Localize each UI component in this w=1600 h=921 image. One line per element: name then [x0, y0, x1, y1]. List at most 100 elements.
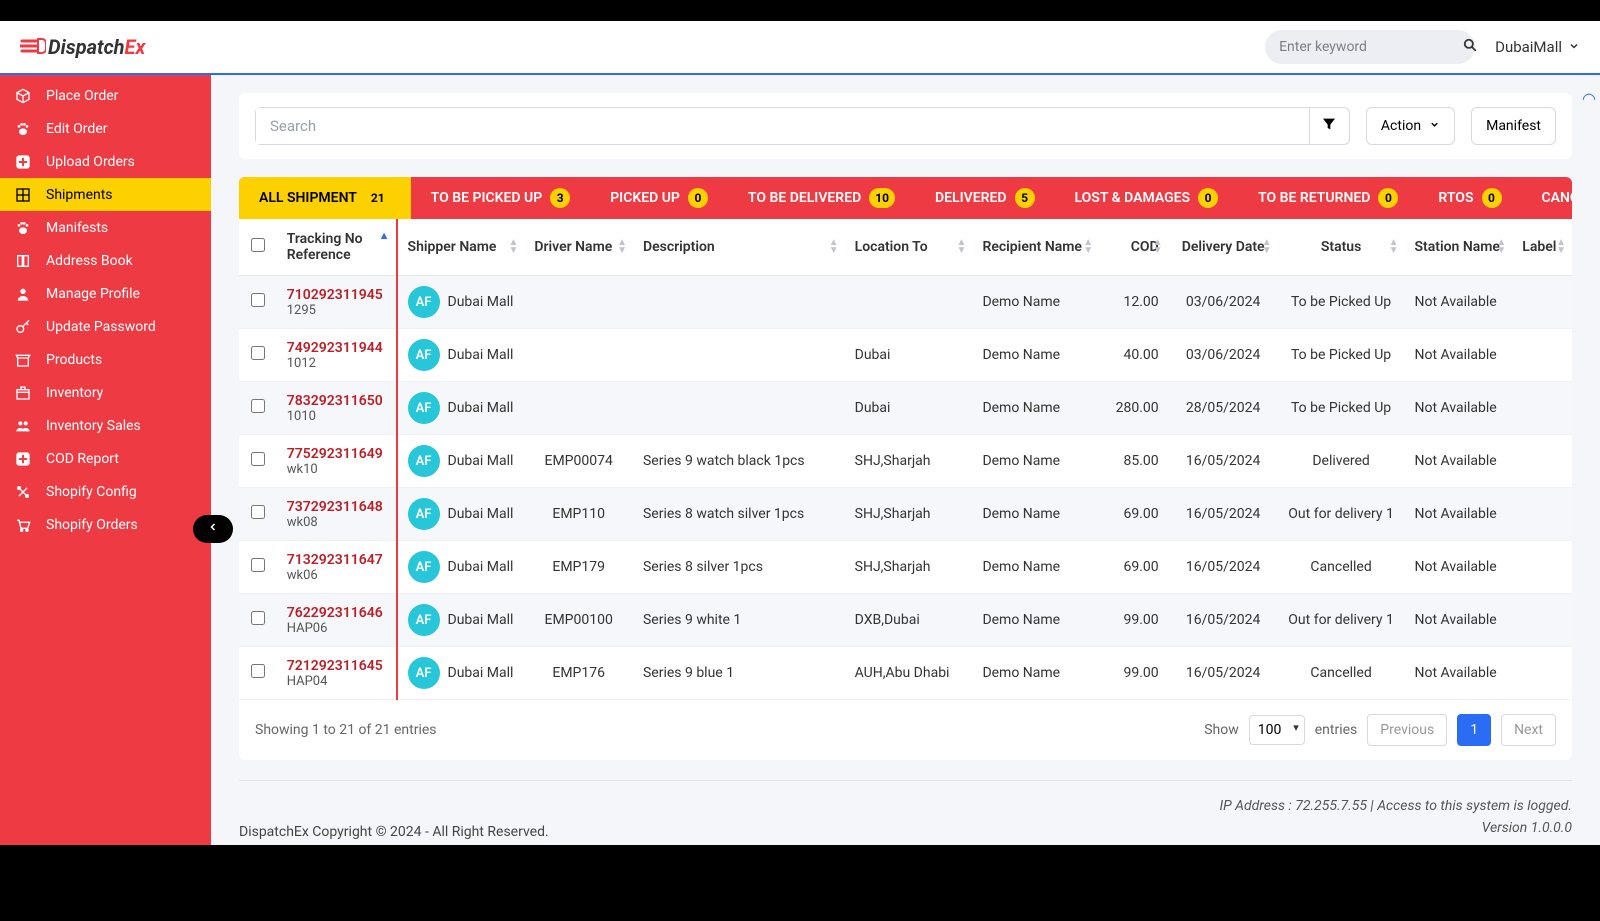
tab-to-be-delivered[interactable]: TO BE DELIVERED10	[728, 177, 915, 219]
table-row[interactable]: 7492923119441012AFDubai MallDubaiDemo Na…	[239, 329, 1572, 382]
sidebar-item-shipments[interactable]: Shipments	[0, 178, 211, 211]
row-checkbox[interactable]	[251, 452, 265, 466]
global-search[interactable]	[1265, 30, 1475, 64]
location-to	[845, 276, 973, 329]
search-icon[interactable]	[1463, 38, 1477, 56]
tracking-number[interactable]: 737292311648	[287, 499, 386, 515]
row-checkbox[interactable]	[251, 293, 265, 307]
sidebar-item-manage-profile[interactable]: Manage Profile	[0, 277, 211, 310]
page-size-select[interactable]: 100	[1249, 715, 1305, 745]
location-to: SHJ,Sharjah	[845, 435, 973, 488]
next-page-button[interactable]: Next	[1501, 714, 1556, 746]
shipments-table: ▲ Tracking No Reference Shipper Name▲▼ D…	[239, 219, 1572, 760]
driver-name	[524, 276, 633, 329]
book-icon	[14, 252, 32, 270]
col-label[interactable]: Label▲▼	[1512, 219, 1572, 276]
recipient-name: Demo Name	[972, 435, 1099, 488]
tab-lost-damages[interactable]: LOST & DAMAGES0	[1055, 177, 1239, 219]
row-checkbox[interactable]	[251, 346, 265, 360]
sidebar-item-label: Manifests	[46, 220, 108, 236]
row-checkbox[interactable]	[251, 399, 265, 413]
label-cell	[1512, 382, 1572, 435]
manifest-button[interactable]: Manifest	[1471, 107, 1556, 145]
sidebar-item-shopify-config[interactable]: Shopify Config	[0, 475, 211, 508]
sidebar-item-address-book[interactable]: Address Book	[0, 244, 211, 277]
page-1-button[interactable]: 1	[1457, 714, 1491, 746]
action-label: Action	[1381, 118, 1421, 134]
sidebar-item-manifests[interactable]: Manifests	[0, 211, 211, 244]
row-checkbox[interactable]	[251, 558, 265, 572]
tab-label: TO BE PICKED UP	[431, 190, 543, 206]
description: Series 8 watch silver 1pcs	[633, 488, 845, 541]
description: Series 9 watch black 1pcs	[633, 435, 845, 488]
action-button[interactable]: Action	[1366, 107, 1455, 145]
tracking-number[interactable]: 762292311646	[287, 605, 386, 621]
brand-logo: DispatchEx	[20, 35, 145, 60]
cod-amount: 280.00	[1099, 382, 1169, 435]
tracking-number[interactable]: 713292311647	[287, 552, 386, 568]
prev-page-button[interactable]: Previous	[1367, 714, 1447, 746]
sidebar-item-inventory-sales[interactable]: Inventory Sales	[0, 409, 211, 442]
tracking-number[interactable]: 710292311945	[287, 287, 386, 303]
sidebar-collapse-button[interactable]	[193, 515, 233, 543]
col-station[interactable]: Station Name▲▼	[1405, 219, 1513, 276]
tab-count-badge: 0	[1378, 188, 1398, 208]
table-row[interactable]: 737292311648wk08AFDubai MallEMP110Series…	[239, 488, 1572, 541]
select-all-checkbox[interactable]	[251, 238, 265, 252]
recipient-name: Demo Name	[972, 329, 1099, 382]
tracking-number[interactable]: 775292311649	[287, 446, 386, 462]
sidebar-item-update-password[interactable]: Update Password	[0, 310, 211, 343]
table-row[interactable]: 721292311645HAP04AFDubai MallEMP176Serie…	[239, 647, 1572, 700]
page-footer: DispatchEx Copyright © 2024 - All Right …	[239, 780, 1572, 845]
global-search-input[interactable]	[1279, 39, 1457, 55]
tracking-number[interactable]: 721292311645	[287, 658, 386, 674]
sidebar-item-place-order[interactable]: Place Order	[0, 79, 211, 112]
col-driver[interactable]: Driver Name▲▼	[524, 219, 633, 276]
row-checkbox[interactable]	[251, 611, 265, 625]
description: Series 8 silver 1pcs	[633, 541, 845, 594]
table-row[interactable]: 762292311646HAP06AFDubai MallEMP00100Ser…	[239, 594, 1572, 647]
table-row[interactable]: 7102923119451295AFDubai MallDemo Name12.…	[239, 276, 1572, 329]
sidebar-item-edit-order[interactable]: Edit Order	[0, 112, 211, 145]
filter-button[interactable]	[1309, 108, 1349, 144]
tab-rtos[interactable]: RTOS0	[1418, 177, 1521, 219]
shipper-name: Dubai Mall	[448, 612, 514, 628]
status: Out for delivery 1	[1278, 488, 1405, 541]
col-recipient[interactable]: Recipient Name▲▼	[972, 219, 1099, 276]
driver-name: EMP00100	[524, 594, 633, 647]
table-row[interactable]: 775292311649wk10AFDubai MallEMP00074Seri…	[239, 435, 1572, 488]
table-search-input[interactable]	[256, 108, 1309, 144]
tracking-number[interactable]: 783292311650	[287, 393, 386, 409]
col-location[interactable]: Location To▲▼	[845, 219, 973, 276]
tab-to-be-returned[interactable]: TO BE RETURNED0	[1238, 177, 1418, 219]
sidebar-item-inventory[interactable]: Inventory	[0, 376, 211, 409]
user-menu[interactable]: DubaiMall	[1495, 38, 1580, 56]
delivery-date: 16/05/2024	[1169, 488, 1278, 541]
col-status[interactable]: Status▲▼	[1278, 219, 1405, 276]
tab-canceled[interactable]: CANCELED	[1522, 177, 1573, 219]
col-cod[interactable]: COD▲▼	[1099, 219, 1169, 276]
table-search[interactable]	[255, 107, 1350, 145]
sidebar-item-products[interactable]: Products	[0, 343, 211, 376]
recipient-name: Demo Name	[972, 382, 1099, 435]
sidebar-item-upload-orders[interactable]: Upload Orders	[0, 145, 211, 178]
row-checkbox[interactable]	[251, 664, 265, 678]
description	[633, 276, 845, 329]
col-tracking[interactable]: ▲ Tracking No Reference	[277, 219, 397, 276]
recipient-name: Demo Name	[972, 594, 1099, 647]
sidebar-item-cod-report[interactable]: COD Report	[0, 442, 211, 475]
col-delivery-date[interactable]: Delivery Date▲▼	[1169, 219, 1278, 276]
tab-delivered[interactable]: DELIVERED5	[915, 177, 1055, 219]
tracking-number[interactable]: 749292311944	[287, 340, 386, 356]
tab-all-shipment[interactable]: ALL SHIPMENT21	[239, 177, 411, 219]
tab-picked-up[interactable]: PICKED UP0	[590, 177, 728, 219]
status: To be Picked Up	[1278, 382, 1405, 435]
table-row[interactable]: 713292311647wk06AFDubai MallEMP179Series…	[239, 541, 1572, 594]
col-description[interactable]: Description▲▼	[633, 219, 845, 276]
col-shipper[interactable]: Shipper Name▲▼	[397, 219, 525, 276]
reference-number: HAP04	[287, 674, 386, 689]
row-checkbox[interactable]	[251, 505, 265, 519]
sidebar-item-shopify-orders[interactable]: Shopify Orders	[0, 508, 211, 541]
table-row[interactable]: 7832923116501010AFDubai MallDubaiDemo Na…	[239, 382, 1572, 435]
tab-to-be-picked-up[interactable]: TO BE PICKED UP3	[411, 177, 591, 219]
